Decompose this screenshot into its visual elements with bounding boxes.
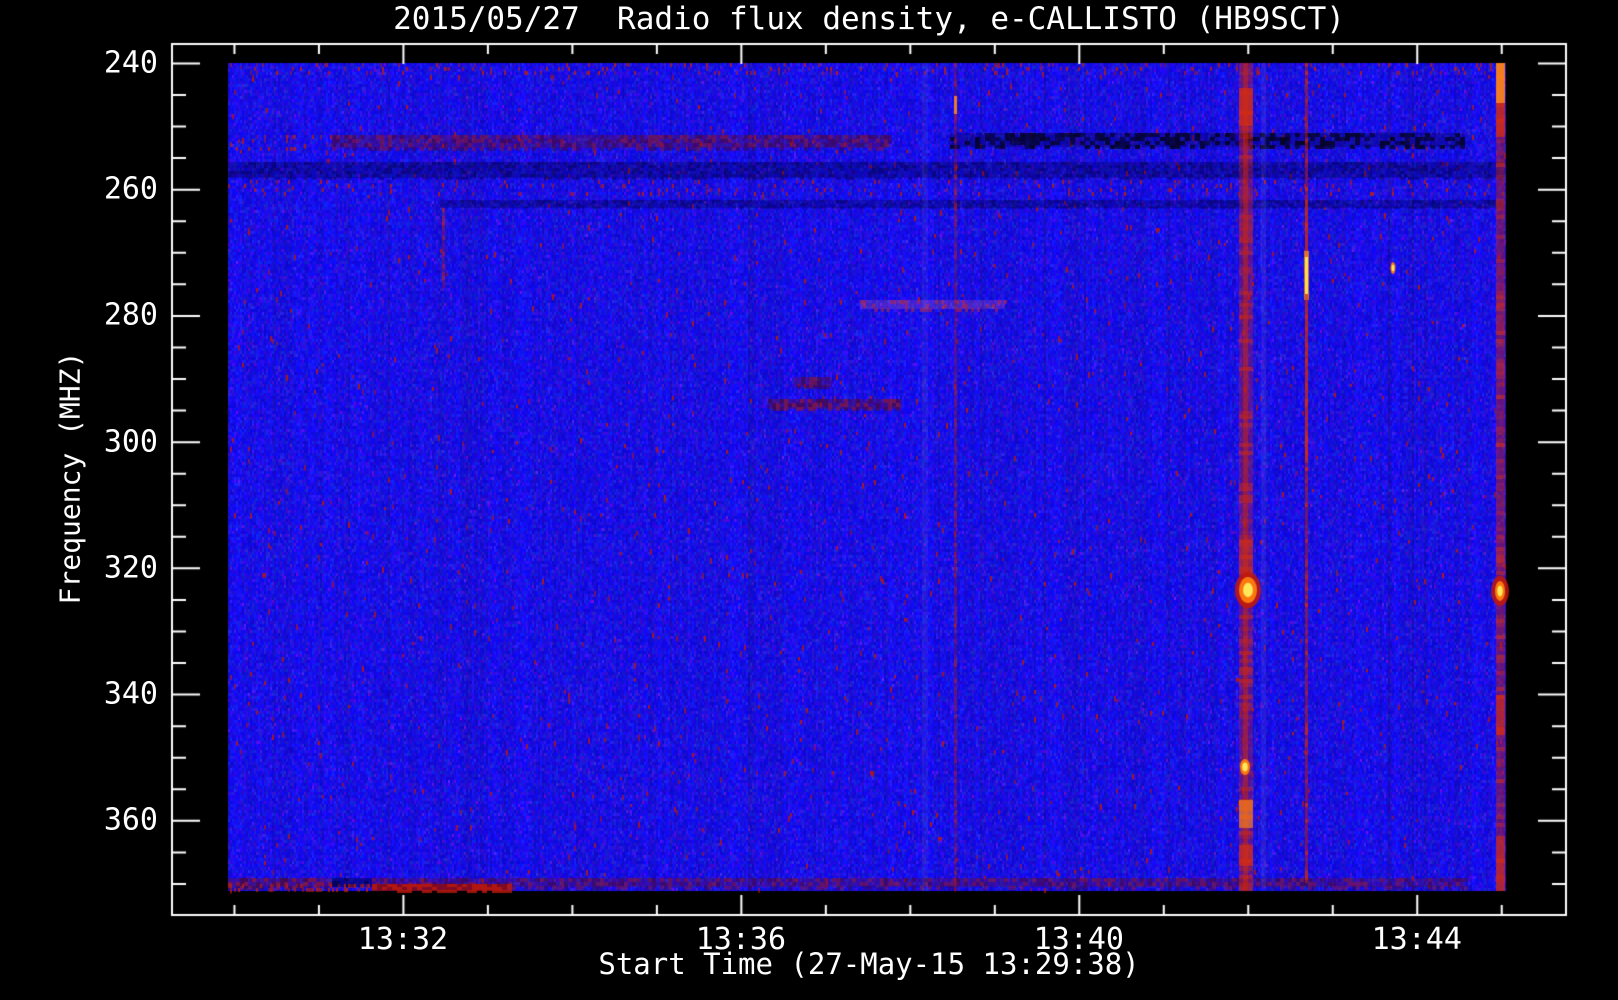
y-tick-label: 320 [103, 550, 158, 586]
x-tick-label: 13:36 [695, 922, 787, 957]
x-tick-label: 13:40 [1033, 922, 1124, 957]
y-tick-label: 260 [103, 171, 158, 207]
x-tick-label: 13:32 [357, 922, 449, 957]
chart-title: 2015/05/27 Radio flux density, e-CALLIST… [393, 1, 1345, 37]
y-tick-label: 240 [103, 45, 158, 81]
x-tick-label: 13:44 [1371, 922, 1462, 957]
y-tick-label: 340 [103, 676, 158, 712]
y-tick-label: 360 [103, 802, 158, 838]
spectrogram-canvas [0, 0, 1618, 1000]
y-tick-label: 300 [103, 424, 158, 460]
y-tick-label: 280 [103, 297, 158, 333]
spectrogram-chart: 2015/05/27 Radio flux density, e-CALLIST… [0, 0, 1618, 1000]
